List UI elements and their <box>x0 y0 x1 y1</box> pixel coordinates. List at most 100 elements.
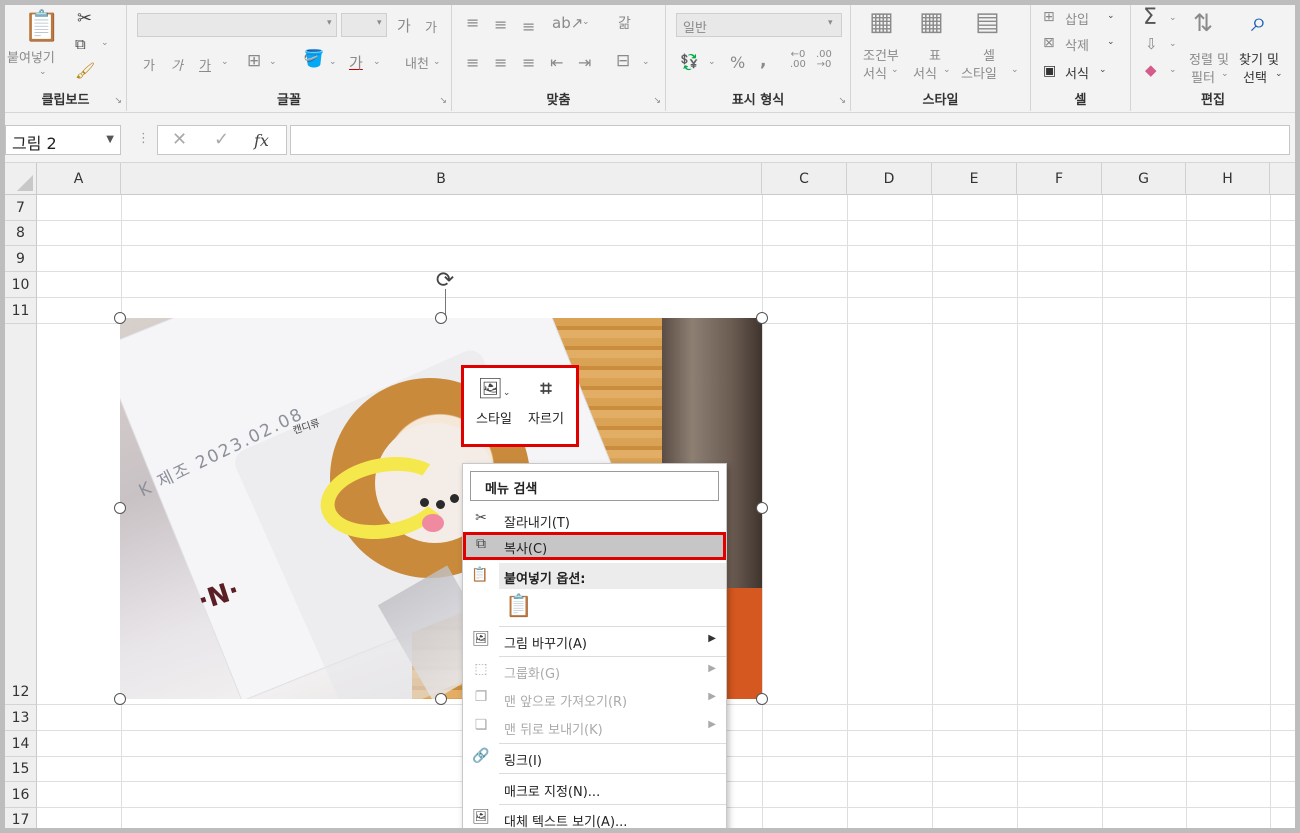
percent-button[interactable]: % <box>730 53 745 72</box>
crop-button[interactable]: ⌗ 자르기 <box>520 374 572 427</box>
menu-item-bring-to-front[interactable]: ❐ 맨 앞으로 가져오기(R) ▶ <box>463 685 726 713</box>
column-header-g[interactable]: G <box>1102 163 1186 195</box>
sort-filter-line2[interactable]: 필터 <box>1191 67 1215 86</box>
row-header-8[interactable]: 8 <box>5 221 37 246</box>
clear-dropdown-icon[interactable]: ⌄ <box>1169 65 1177 75</box>
name-box[interactable]: 그림 2 ▼ <box>5 125 121 155</box>
menu-item-alt-text[interactable]: 🖼 대체 텍스트 보기(A)... <box>463 805 726 828</box>
resize-handle-bottom-right[interactable] <box>756 693 768 705</box>
menu-item-group[interactable]: ⬚ 그룹화(G) ▶ <box>463 657 726 685</box>
phonetic-dropdown-icon[interactable]: ⌄ <box>433 57 441 67</box>
alignment-launcher-icon[interactable]: ↘ <box>653 96 661 106</box>
resize-handle-top-left[interactable] <box>114 312 126 324</box>
font-name-select[interactable] <box>137 13 337 37</box>
resize-handle-top-right[interactable] <box>756 312 768 324</box>
conditional-format-line1[interactable]: 조건부 <box>863 45 899 64</box>
align-top-icon[interactable]: ≡ <box>466 13 479 32</box>
paste-dropdown-icon[interactable]: ⌄ <box>39 67 47 77</box>
shrink-font-button[interactable]: 가 <box>425 17 437 36</box>
align-middle-icon[interactable]: ≡ <box>494 15 507 34</box>
column-header-a[interactable]: A <box>37 163 121 195</box>
table-format-dropdown-icon[interactable]: ⌄ <box>943 65 951 75</box>
row-header-13[interactable]: 13 <box>5 705 37 731</box>
menu-item-copy[interactable]: ⧉ 복사(C) <box>463 532 726 560</box>
resize-handle-top[interactable] <box>435 312 447 324</box>
fill-dropdown-icon[interactable]: ⌄ <box>1169 39 1177 49</box>
column-header-e[interactable]: E <box>932 163 1017 195</box>
insert-dropdown-icon[interactable]: ⌄ <box>1107 11 1115 21</box>
font-color-dropdown-icon[interactable]: ⌄ <box>373 57 381 67</box>
menu-item-change-picture[interactable]: 🖼 그림 바꾸기(A) ▶ <box>463 627 726 655</box>
orientation-button[interactable]: ab↗ <box>552 14 583 32</box>
insert-function-icon[interactable]: fx <box>254 131 269 150</box>
increase-decimal-button[interactable]: ←0 .00 <box>790 50 806 70</box>
row-header-15[interactable]: 15 <box>5 757 37 782</box>
formula-input[interactable] <box>290 125 1290 155</box>
column-header-b[interactable]: B <box>121 163 762 195</box>
cell-style-line1[interactable]: 셀 <box>983 45 995 64</box>
border-icon[interactable]: ⊞ <box>247 51 261 71</box>
resize-handle-left[interactable] <box>114 502 126 514</box>
merge-cells-icon[interactable]: ⊟ <box>616 51 630 71</box>
menu-item-assign-macro[interactable]: 매크로 지정(N)... <box>463 775 726 803</box>
number-format-select[interactable]: 일반 <box>676 13 842 37</box>
decrease-indent-icon[interactable]: ⇤ <box>550 53 563 72</box>
align-left-icon[interactable]: ≡ <box>466 53 479 72</box>
enter-icon[interactable]: ✓ <box>214 129 229 150</box>
autosum-button[interactable]: Σ <box>1143 5 1157 30</box>
font-launcher-icon[interactable]: ↘ <box>439 96 447 106</box>
cancel-icon[interactable]: ✕ <box>172 129 187 150</box>
find-select-dropdown-icon[interactable]: ⌄ <box>1275 69 1283 79</box>
column-header-c[interactable]: C <box>762 163 847 195</box>
resize-handle-right[interactable] <box>756 502 768 514</box>
row-header-7[interactable]: 7 <box>5 195 37 221</box>
phonetic-button[interactable]: 내천 <box>405 53 429 72</box>
accounting-format-icon[interactable]: 💱 <box>680 53 699 71</box>
increase-indent-icon[interactable]: ⇥ <box>578 53 591 72</box>
copy-icon[interactable]: ⧉ <box>75 35 86 53</box>
column-header-f[interactable]: F <box>1017 163 1102 195</box>
underline-button[interactable]: 가 <box>199 55 211 74</box>
rotate-handle-icon[interactable]: ⟳ <box>431 267 459 295</box>
row-header-12[interactable]: 12 <box>5 324 37 705</box>
menu-search-input[interactable]: 메뉴 검색 <box>470 471 719 501</box>
cut-icon[interactable]: ✂ <box>77 8 92 29</box>
align-right-icon[interactable]: ≡ <box>522 53 535 72</box>
grow-font-button[interactable]: 가 <box>397 15 411 36</box>
conditional-dropdown-icon[interactable]: ⌄ <box>891 65 899 75</box>
menu-item-cut[interactable]: ✂ 잘라내기(T) <box>463 506 726 534</box>
row-header-11[interactable]: 11 <box>5 298 37 324</box>
comma-button[interactable]: , <box>760 51 766 71</box>
orientation-dropdown-icon[interactable]: ⌄ <box>582 17 590 27</box>
number-format-dropdown-icon[interactable]: ▾ <box>828 18 833 28</box>
clipboard-launcher-icon[interactable]: ↘ <box>114 96 122 106</box>
fill-icon[interactable]: ⇩ <box>1145 35 1158 53</box>
wrap-text-button[interactable]: 갊 <box>618 13 631 33</box>
format-dropdown-icon[interactable]: ⌄ <box>1099 65 1107 75</box>
font-size-dropdown-icon[interactable]: ▾ <box>377 18 382 28</box>
row-header-16[interactable]: 16 <box>5 782 37 808</box>
clear-icon[interactable]: ◆ <box>1145 61 1157 79</box>
number-launcher-icon[interactable]: ↘ <box>838 96 846 106</box>
column-header-i[interactable] <box>1270 163 1295 195</box>
delete-dropdown-icon[interactable]: ⌄ <box>1107 37 1115 47</box>
copy-dropdown-icon[interactable]: ⌄ <box>101 38 109 48</box>
find-select-line2[interactable]: 선택 <box>1243 67 1267 86</box>
delete-cells-button[interactable]: 삭제 <box>1065 35 1089 54</box>
merge-dropdown-icon[interactable]: ⌄ <box>642 57 650 67</box>
table-format-line1[interactable]: 표 <box>929 45 941 64</box>
table-format-line2[interactable]: 서식 <box>913 63 937 82</box>
insert-cells-button[interactable]: 삽입 <box>1065 9 1089 28</box>
cell-style-dropdown-icon[interactable]: ⌄ <box>1011 65 1019 75</box>
sort-filter-dropdown-icon[interactable]: ⌄ <box>1221 69 1229 79</box>
accounting-dropdown-icon[interactable]: ⌄ <box>708 57 716 67</box>
row-header-10[interactable]: 10 <box>5 272 37 298</box>
underline-dropdown-icon[interactable]: ⌄ <box>221 57 229 67</box>
resize-handle-bottom-left[interactable] <box>114 693 126 705</box>
sort-filter-line1[interactable]: 정렬 및 <box>1189 49 1229 68</box>
format-painter-icon[interactable]: 🖌 <box>75 61 95 80</box>
find-select-line1[interactable]: 찾기 및 <box>1239 49 1279 68</box>
select-all-button[interactable] <box>5 163 37 195</box>
fill-color-dropdown-icon[interactable]: ⌄ <box>329 57 337 67</box>
column-header-d[interactable]: D <box>847 163 932 195</box>
